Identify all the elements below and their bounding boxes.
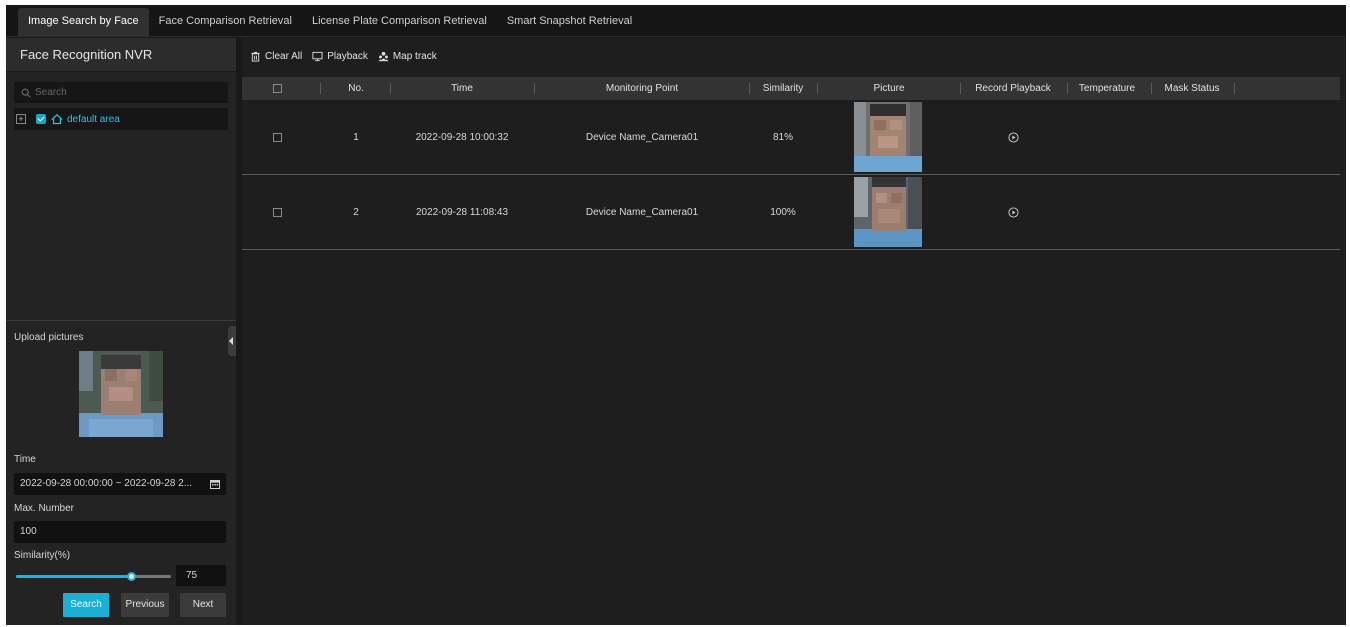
trash-icon — [251, 51, 260, 62]
search-button[interactable]: Search — [63, 593, 109, 617]
clear-all-button[interactable]: Clear All — [250, 51, 302, 62]
column-separator — [960, 83, 961, 94]
cell-monitoring-point: Device Name_Camera01 — [585, 132, 699, 143]
record-playback-cell[interactable] — [962, 175, 1064, 250]
search-box[interactable] — [14, 82, 228, 103]
tab-bar: Image Search by Face Face Comparison Ret… — [6, 5, 1346, 37]
header-mask-status[interactable]: Mask Status — [1157, 77, 1227, 100]
similarity-slider-fill — [16, 575, 132, 578]
header-similarity[interactable]: Similarity — [750, 77, 816, 100]
uploaded-face-picture[interactable] — [79, 351, 163, 437]
table-header: No. Time Monitoring Point Similarity Pic… — [242, 77, 1340, 100]
sidebar-title: Face Recognition NVR — [6, 38, 236, 72]
home-icon — [51, 113, 63, 125]
snapshot-picture[interactable] — [854, 177, 922, 247]
column-separator — [1067, 83, 1068, 94]
column-separator — [1151, 83, 1152, 94]
column-separator — [390, 83, 391, 94]
time-range-value: 2022-09-28 00:00:00 ~ 2022-09-28 2... — [20, 478, 193, 489]
time-label: Time — [14, 454, 36, 465]
column-separator — [1234, 83, 1235, 94]
previous-button[interactable]: Previous — [121, 593, 169, 617]
tab-license-plate-comparison-retrieval[interactable]: License Plate Comparison Retrieval — [302, 8, 497, 36]
results-table: No. Time Monitoring Point Similarity Pic… — [242, 77, 1340, 250]
search-input[interactable] — [35, 87, 215, 98]
record-playback-cell[interactable] — [962, 100, 1064, 175]
tab-image-search-by-face[interactable]: Image Search by Face — [18, 8, 149, 36]
header-no[interactable]: No. — [326, 77, 386, 100]
search-icon — [21, 88, 31, 98]
max-number-label: Max. Number — [14, 503, 75, 514]
header-temperature[interactable]: Temperature — [1072, 77, 1142, 100]
similarity-label: Similarity(%) — [14, 550, 71, 561]
area-checkbox[interactable] — [36, 114, 46, 124]
time-range-field[interactable]: 2022-09-28 00:00:00 ~ 2022-09-28 2... — [14, 473, 226, 495]
header-record-playback[interactable]: Record Playback — [962, 77, 1064, 100]
cell-monitoring-point: Device Name_Camera01 — [585, 207, 699, 218]
row-checkbox-cell[interactable] — [272, 100, 282, 175]
similarity-slider-knob[interactable] — [127, 572, 136, 581]
calendar-icon[interactable] — [210, 479, 220, 489]
collapse-panel-handle[interactable] — [228, 326, 236, 356]
monitor-icon — [312, 51, 323, 61]
cell-similarity: 81% — [772, 132, 793, 143]
panel-divider — [6, 320, 236, 321]
max-number-value: 100 — [20, 526, 37, 537]
cell-time: 2022-09-28 11:08:43 — [415, 207, 509, 218]
tab-smart-snapshot-retrieval[interactable]: Smart Snapshot Retrieval — [497, 8, 642, 36]
playback-button[interactable]: Playback — [312, 51, 368, 62]
header-picture[interactable]: Picture — [818, 77, 960, 100]
sidebar: Face Recognition NVR + default area Uplo… — [6, 38, 236, 625]
cell-no: 1 — [353, 132, 359, 143]
playback-label: Playback — [327, 50, 368, 62]
row-checkbox-cell[interactable] — [272, 175, 282, 250]
cell-similarity: 100% — [770, 207, 796, 218]
header-time[interactable]: Time — [392, 77, 532, 100]
snapshot-picture[interactable] — [854, 102, 922, 172]
row-checkbox[interactable] — [272, 132, 282, 142]
table-row[interactable]: 2 2022-09-28 11:08:43 Device Name_Camera… — [242, 175, 1340, 250]
column-separator — [534, 83, 535, 94]
play-circle-icon[interactable] — [1007, 207, 1019, 218]
row-checkbox[interactable] — [272, 207, 282, 217]
app-window: Image Search by Face Face Comparison Ret… — [6, 5, 1346, 625]
map-track-button[interactable]: Map track — [378, 51, 437, 62]
upload-pictures-label: Upload pictures — [14, 332, 84, 343]
map-track-label: Map track — [392, 50, 437, 62]
cell-time: 2022-09-28 10:00:32 — [415, 132, 509, 143]
column-separator — [320, 83, 321, 94]
play-circle-icon[interactable] — [1007, 132, 1019, 143]
results-panel: Clear All Playback Map track No. Time Mo… — [242, 38, 1346, 625]
people-icon — [378, 51, 389, 61]
max-number-field[interactable]: 100 — [14, 521, 226, 543]
toolbar: Clear All Playback Map track — [242, 38, 1346, 74]
header-monitoring-point[interactable]: Monitoring Point — [536, 77, 748, 100]
similarity-slider[interactable] — [16, 572, 171, 581]
similarity-value-field[interactable]: 75 — [176, 565, 226, 586]
cell-no: 2 — [353, 207, 359, 218]
table-row[interactable]: 1 2022-09-28 10:00:32 Device Name_Camera… — [242, 100, 1340, 175]
tree-item-label: default area — [67, 113, 120, 125]
select-all-checkbox[interactable] — [272, 83, 282, 93]
next-button[interactable]: Next — [180, 593, 226, 617]
tab-face-comparison-retrieval[interactable]: Face Comparison Retrieval — [149, 8, 302, 36]
tree-item-default-area[interactable]: + default area — [14, 108, 228, 130]
expand-icon[interactable]: + — [16, 114, 26, 124]
select-all-checkbox-cell[interactable] — [272, 77, 282, 100]
clear-all-label: Clear All — [265, 50, 303, 62]
